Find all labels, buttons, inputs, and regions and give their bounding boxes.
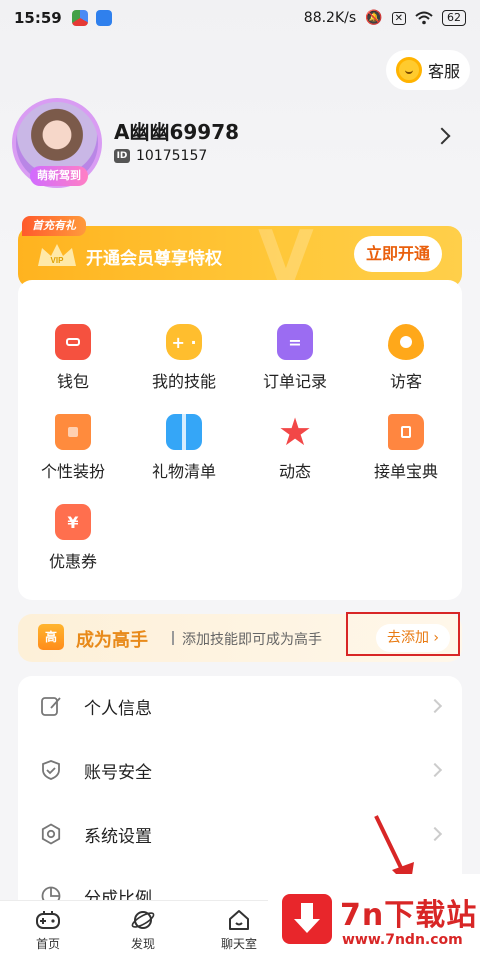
status-bar: 15:59 88.2K/s 🔕 ✕ 62 <box>0 0 480 36</box>
sim-none-icon: ✕ <box>391 11 406 25</box>
feature-visitors[interactable]: 访客 <box>351 324 461 392</box>
feature-moments[interactable]: ★ 动态 <box>240 410 350 482</box>
tab-chatroom[interactable]: 聊天室 <box>199 909 279 952</box>
feature-label: 礼物清单 <box>151 462 216 481</box>
tshirt-icon <box>55 414 91 450</box>
battery-icon: 62 <box>442 10 466 26</box>
vip-watermark: V <box>258 226 314 288</box>
feature-label: 接单宝典 <box>373 462 438 481</box>
site-watermark: 7n下载站 www.7ndn.com <box>268 874 480 960</box>
feature-label: 访客 <box>389 372 422 391</box>
feature-order-guide[interactable]: 接单宝典 <box>351 414 461 482</box>
gamepad-icon: + · <box>166 324 202 360</box>
star-icon: ★ <box>277 410 313 454</box>
app-notification-icon <box>71 10 88 26</box>
chevron-right-icon <box>427 698 443 714</box>
customer-service-button[interactable]: 客服 <box>386 50 470 90</box>
vip-banner[interactable]: VIP 开通会员尊享特权 V 立即开通 <box>18 226 462 288</box>
wallet-icon <box>55 324 91 360</box>
feature-gift-list[interactable]: 礼物清单 <box>129 414 239 482</box>
book-icon <box>388 414 424 450</box>
settings-item-label: 系统设置 <box>84 826 152 847</box>
username: A幽幽69978 <box>114 120 240 144</box>
status-time: 15:59 <box>14 9 62 27</box>
feature-label: 订单记录 <box>262 372 327 391</box>
open-vip-button[interactable]: 立即开通 <box>354 236 442 272</box>
chevron-right-icon <box>427 762 443 778</box>
settings-icon <box>41 823 61 845</box>
planet-icon <box>131 911 155 929</box>
feature-grid: 钱包 + · 我的技能 = 订单记录 访客 个性装扮 礼物清单 ★ 动态 接单宝… <box>18 280 462 600</box>
gallery-notification-icon <box>95 10 112 26</box>
id-tag-icon: ID <box>114 149 130 163</box>
tab-label: 首页 <box>35 937 60 951</box>
coupon-icon: ¥ <box>55 504 91 540</box>
feature-label: 个性装扮 <box>40 462 105 481</box>
feature-wallet[interactable]: 钱包 <box>18 324 128 392</box>
feature-coupons[interactable]: ¥ 优惠券 <box>18 504 128 572</box>
home-chat-icon <box>229 910 249 930</box>
tab-label: 发现 <box>130 937 155 951</box>
expert-description: 添加技能即可成为高手 <box>182 632 322 648</box>
edit-icon <box>41 697 61 716</box>
feature-label: 动态 <box>278 462 311 481</box>
tab-discover[interactable]: 发现 <box>103 909 183 952</box>
svg-text:VIP: VIP <box>51 256 65 265</box>
expert-title: 成为高手 <box>76 630 148 651</box>
user-id-row: ID 10175157 <box>114 148 207 164</box>
settings-item-label: 个人信息 <box>84 698 152 719</box>
vip-crown-icon: VIP <box>38 244 76 266</box>
first-recharge-tag: 首充有礼 <box>22 216 86 236</box>
download-logo-icon <box>282 894 332 944</box>
feature-label: 优惠券 <box>48 552 97 571</box>
clipboard-icon: = <box>277 324 313 360</box>
feature-label: 我的技能 <box>151 372 216 391</box>
settings-item-personal-info[interactable]: 个人信息 <box>18 676 462 736</box>
highlight-box <box>346 612 460 656</box>
user-id: 10175157 <box>136 148 208 164</box>
feature-dress-up[interactable]: 个性装扮 <box>18 414 128 482</box>
tab-home[interactable]: 首页 <box>8 909 88 952</box>
expert-badge-icon: 高 <box>38 624 64 650</box>
mute-icon: 🔕 <box>365 10 383 26</box>
headset-smiley-icon <box>395 57 422 83</box>
watermark-url: www.7ndn.com <box>342 932 463 948</box>
chevron-right-icon <box>427 826 443 842</box>
settings-item-label: 账号安全 <box>84 762 152 783</box>
network-speed: 88.2K/s <box>303 10 357 26</box>
vip-text: 开通会员尊享特权 <box>86 249 222 269</box>
settings-item-account-security[interactable]: 账号安全 <box>18 740 462 800</box>
customer-service-label: 客服 <box>427 62 460 81</box>
feature-order-records[interactable]: = 订单记录 <box>240 324 350 392</box>
feature-label: 钱包 <box>56 372 89 391</box>
gift-icon <box>166 414 202 450</box>
shield-icon <box>42 760 60 780</box>
tab-label: 聊天室 <box>220 937 257 951</box>
gamepad-tab-icon <box>36 911 60 929</box>
watermark-name: 7n下载站 <box>340 898 478 933</box>
expert-divider <box>172 631 174 645</box>
wifi-icon <box>415 11 433 25</box>
eye-icon <box>388 324 424 360</box>
avatar-badge: 萌新驾到 <box>30 166 88 186</box>
feature-my-skills[interactable]: + · 我的技能 <box>129 324 239 392</box>
